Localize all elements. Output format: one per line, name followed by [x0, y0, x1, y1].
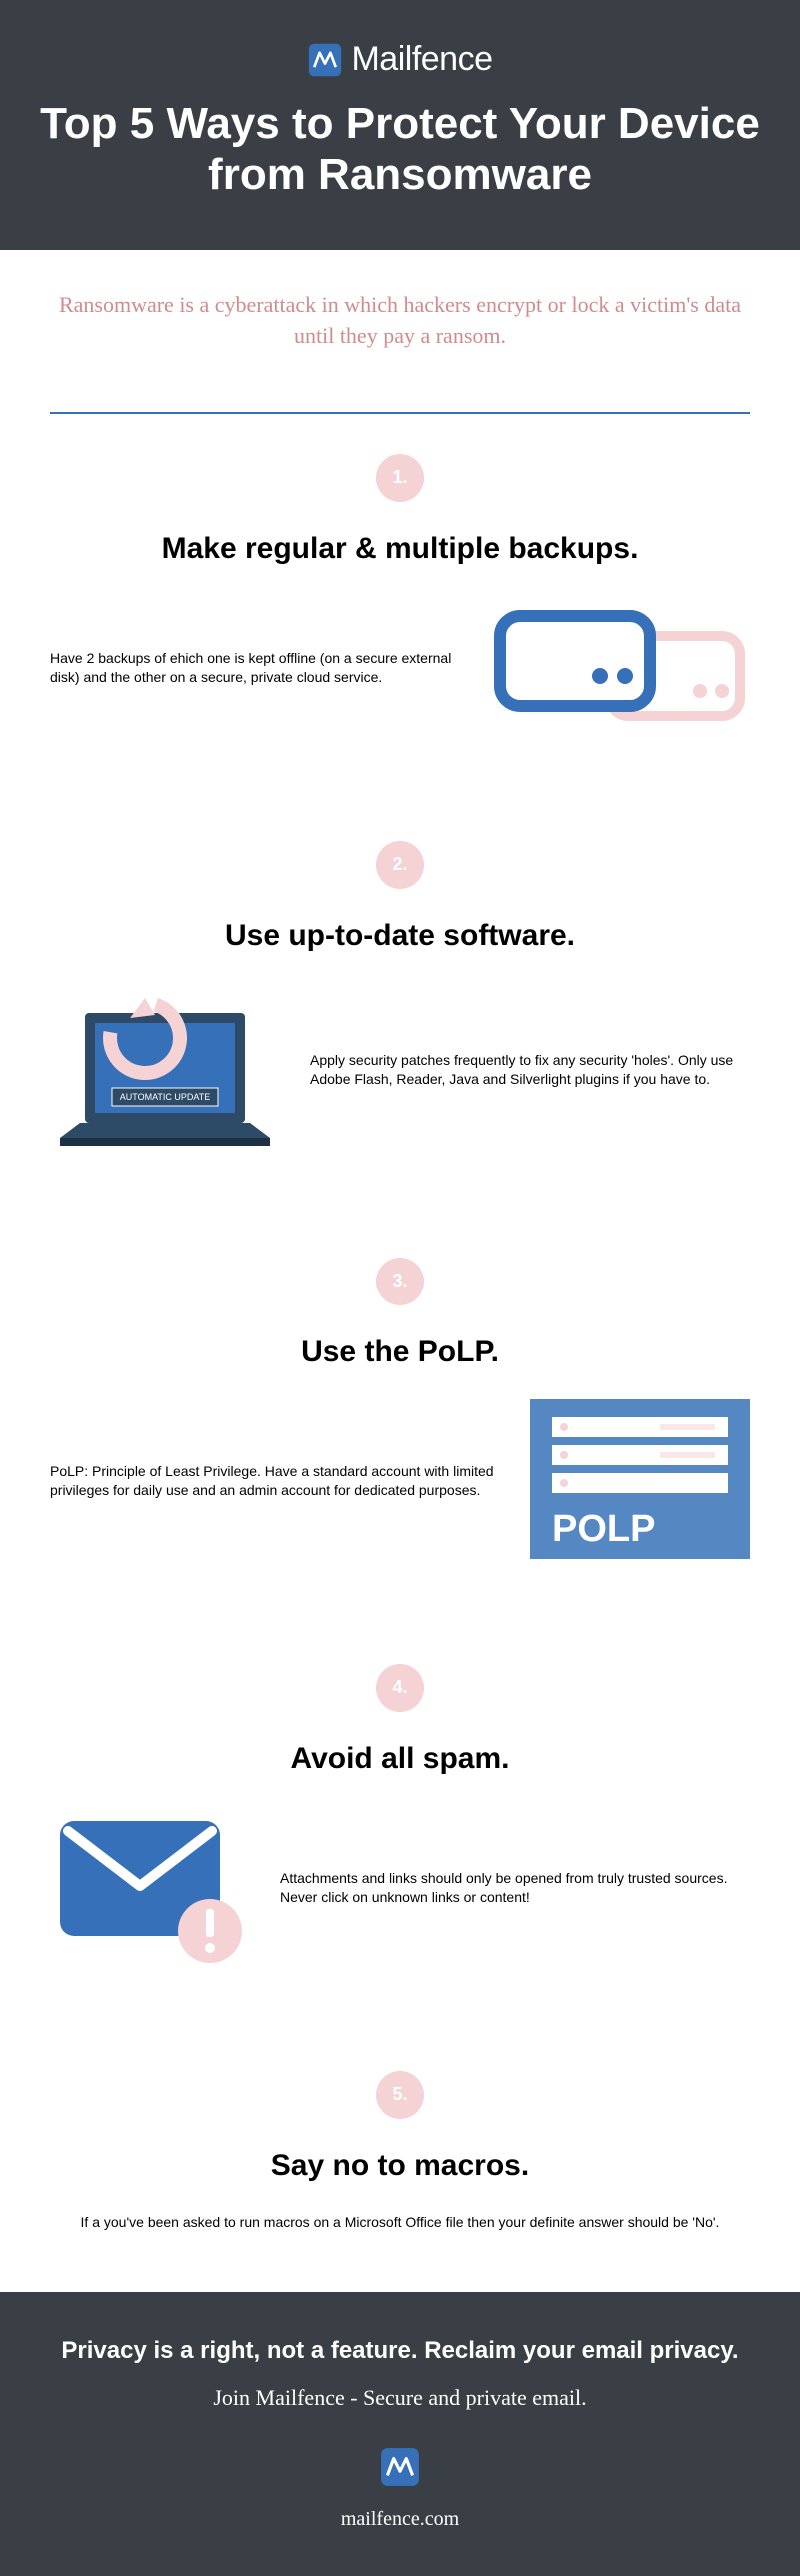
footer: Privacy is a right, not a feature. Recla… — [0, 2292, 800, 2576]
section-5-title: Say no to macros. — [50, 2149, 750, 2183]
intro-block: Ransomware is a cyberattack in which hac… — [0, 250, 800, 382]
number-badge-3: 3. — [376, 1258, 424, 1305]
section-4: 4. Avoid all spam. Attachments and links… — [0, 1624, 800, 2031]
number-badge-1: 1. — [376, 454, 424, 502]
section-2-body: Apply security patches frequently to fix… — [310, 1051, 750, 1090]
brand-name: Mailfence — [351, 40, 492, 79]
number-badge-4: 4. — [376, 1664, 424, 1712]
intro-text: Ransomware is a cyberattack in which hac… — [50, 290, 750, 352]
section-5: 5. Say no to macros. If a you've been as… — [0, 2031, 800, 2293]
section-4-body: Attachments and links should only be ope… — [280, 1869, 750, 1908]
footer-logo-icon — [30, 2446, 770, 2493]
header: Mailfence Top 5 Ways to Protect Your Dev… — [0, 0, 800, 250]
number-badge-5: 5. — [376, 2071, 424, 2119]
section-1-body: Have 2 backups of ehich one is kept offl… — [50, 649, 460, 688]
number-badge-2: 2. — [376, 841, 424, 889]
footer-headline: Privacy is a right, not a feature. Recla… — [30, 2337, 770, 2365]
polp-card-icon: POLP — [530, 1399, 750, 1564]
section-3-body: PoLP: Principle of Least Privilege. Have… — [50, 1462, 500, 1501]
page-title: Top 5 Ways to Protect Your Device from R… — [30, 99, 770, 200]
section-2: 2. Use up-to-date software. Apply securi… — [0, 801, 800, 1218]
section-5-body: If a you've been asked to run macros on … — [50, 2213, 750, 2233]
section-2-title: Use up-to-date software. — [50, 919, 750, 953]
section-3: 3. Use the PoLP. PoLP: Principle of Leas… — [0, 1218, 800, 1624]
laptop-update-icon: AUTOMATIC UPDATE — [50, 983, 280, 1158]
spam-envelope-icon — [50, 1806, 250, 1971]
polp-badge-text: POLP — [552, 1508, 655, 1550]
footer-url: mailfence.com — [30, 2508, 770, 2531]
laptop-label: AUTOMATIC UPDATE — [120, 1092, 211, 1102]
backup-drives-icon — [490, 596, 750, 741]
section-4-title: Avoid all spam. — [50, 1742, 750, 1776]
section-1: 1. Make regular & multiple backups. Have… — [0, 414, 800, 801]
mailfence-logo-icon — [307, 42, 343, 78]
section-1-title: Make regular & multiple backups. — [50, 532, 750, 566]
brand-logo: Mailfence — [30, 40, 770, 79]
footer-sub: Join Mailfence - Secure and private emai… — [30, 2385, 770, 2411]
section-3-title: Use the PoLP. — [50, 1335, 750, 1369]
